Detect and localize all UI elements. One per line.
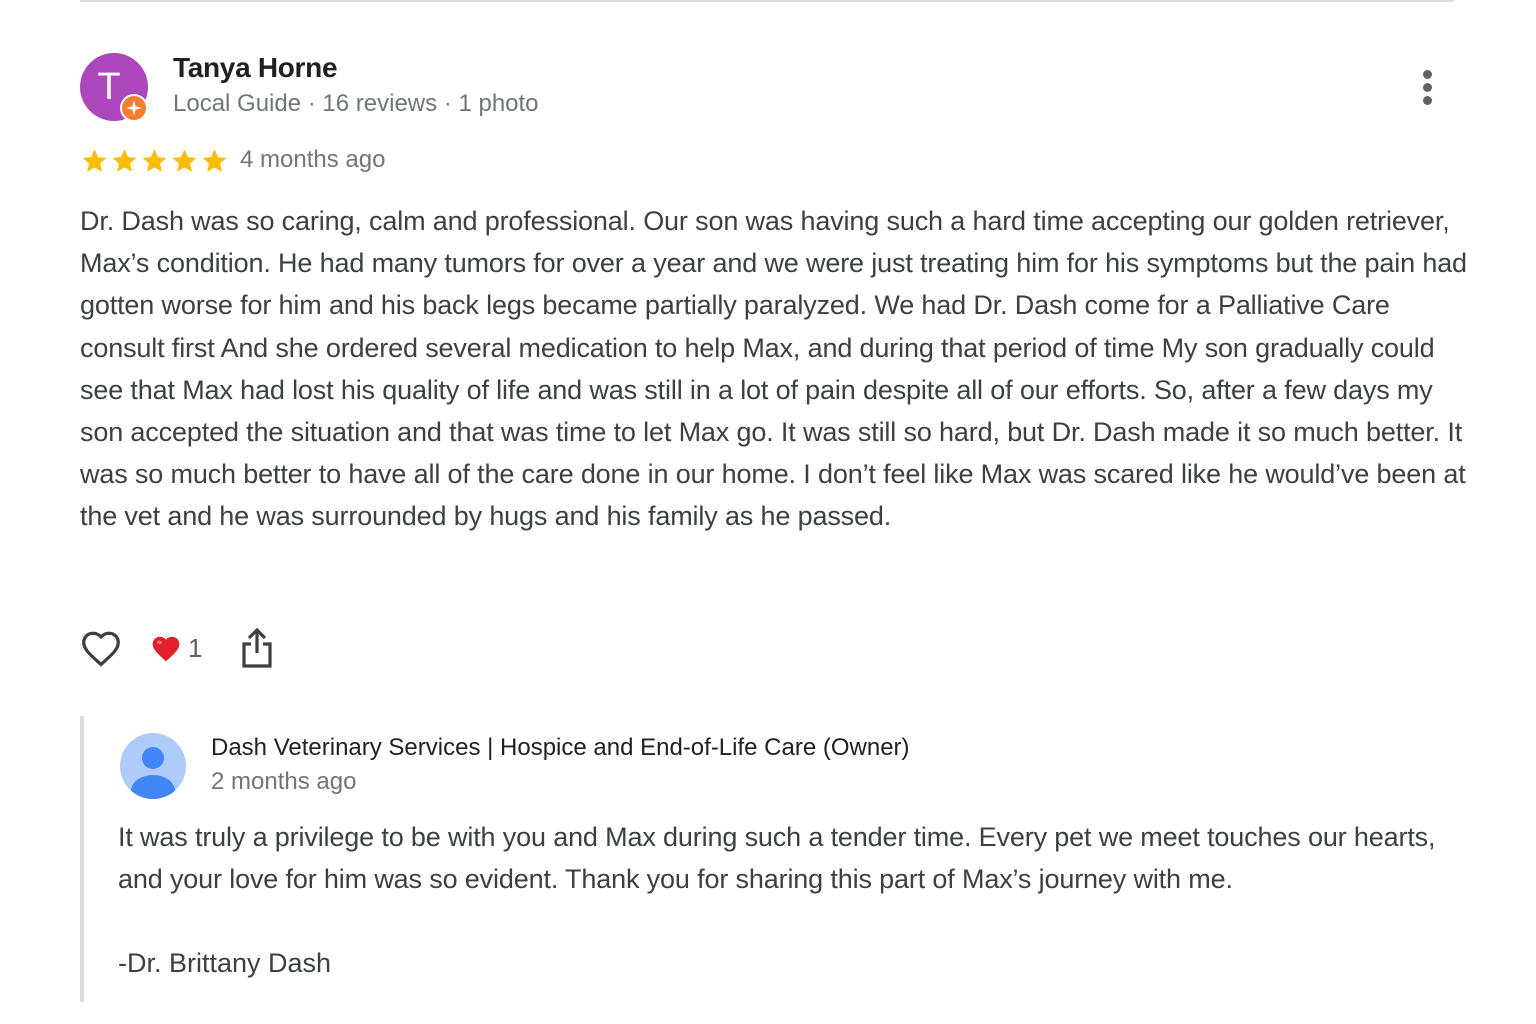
share-icon — [242, 627, 272, 668]
reaction-summary[interactable]: 1 — [150, 628, 202, 668]
reviewer-meta[interactable]: Local Guide · 16 reviews · 1 photo — [173, 90, 539, 118]
review-card: T Tanya Horne Local Guide · 16 reviews ·… — [0, 0, 1536, 1024]
red-heart-icon — [152, 636, 180, 662]
owner-response-date: 2 months ago — [211, 768, 357, 795]
owner-signature: -Dr. Brittany Dash — [118, 948, 332, 978]
star-icon — [202, 149, 227, 172]
star-icon — [142, 149, 167, 172]
share-button[interactable] — [238, 626, 278, 670]
star-rating — [80, 145, 230, 177]
star-icon — [82, 149, 107, 172]
review-date: 4 months ago — [240, 146, 386, 173]
star-icon — [172, 149, 197, 172]
more-vert-icon — [1423, 70, 1432, 79]
reaction-count: 1 — [188, 632, 203, 663]
more-vert-icon-dot — [1423, 83, 1432, 92]
more-options-button[interactable] — [1408, 64, 1448, 112]
divider — [80, 0, 1454, 2]
avatar-letter: T — [97, 66, 121, 108]
owner-response: Dash Veterinary Services | Hospice and E… — [80, 716, 1484, 1002]
owner-response-text: It was truly a privilege to be with you … — [118, 822, 1436, 894]
star-icon — [112, 149, 137, 172]
heart-outline-icon — [82, 631, 120, 667]
reviewer-name[interactable]: Tanya Horne — [173, 52, 338, 84]
review-text: Dr. Dash was so caring, calm and profess… — [80, 206, 1467, 532]
default-person-avatar-icon — [120, 733, 186, 799]
owner-name: Dash Veterinary Services | Hospice and E… — [211, 734, 910, 761]
more-vert-icon-dot — [1423, 96, 1432, 105]
like-button[interactable] — [78, 625, 124, 671]
local-guide-badge-icon — [120, 94, 148, 122]
